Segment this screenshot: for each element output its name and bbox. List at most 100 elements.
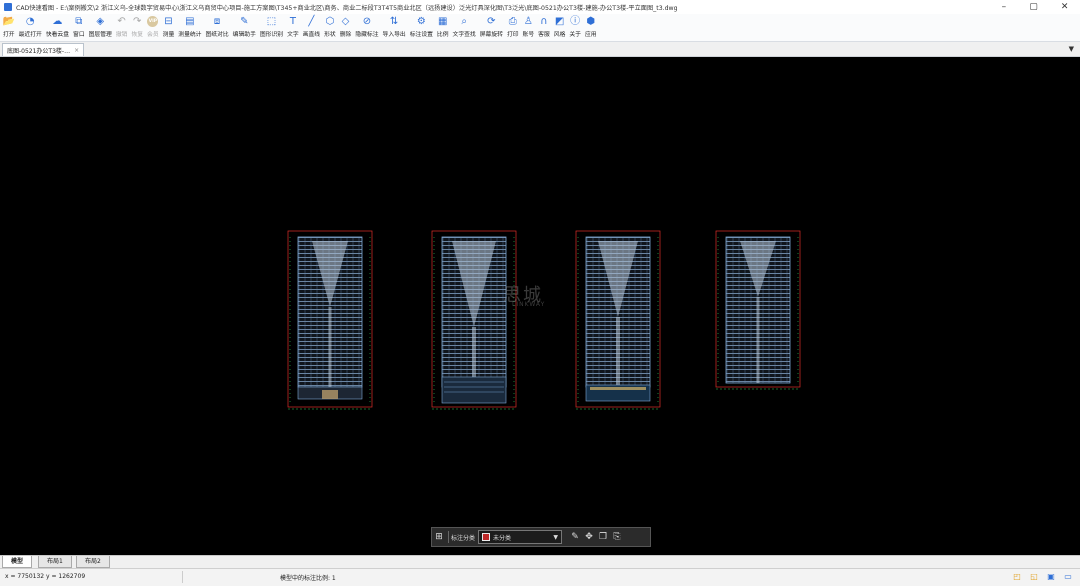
toolbar-button-16[interactable]: ◇ 删除: [340, 14, 352, 38]
toolbar-button-25[interactable]: ∩ 客服: [538, 14, 550, 38]
scale-icon: ▦: [437, 16, 448, 27]
toolbar-button-0[interactable]: 📂 打开: [3, 14, 15, 38]
toolbar-button-19[interactable]: ⚙ 标注设置: [410, 14, 433, 38]
ortho-icon[interactable]: ◱: [1028, 572, 1040, 582]
undo-icon: ↶: [117, 16, 126, 27]
line-icon: ╱: [308, 16, 315, 27]
close-window-button[interactable]: ✕: [1061, 2, 1069, 12]
tab-list-menu-icon[interactable]: ▼: [1069, 45, 1074, 53]
window-title: CAD快速看图 - E:\案例搬文\2 浙江义乌-全球数字贸易中心\浙江义乌商贸…: [16, 4, 678, 12]
toolbar-button-label: 账号: [522, 32, 535, 38]
separator: [448, 531, 449, 543]
compare-icon: ⧈: [213, 16, 221, 27]
toolbar-button-12[interactable]: ⬚ 图形识别: [260, 14, 283, 38]
toolbar-button-7[interactable]: VIP 会员: [147, 14, 159, 38]
document-tab-bar: 底图-0521办公T3楼-… × ▼: [0, 42, 1080, 57]
grid-menu-icon[interactable]: ⊞: [432, 532, 446, 542]
close-tab-icon[interactable]: ×: [74, 47, 79, 54]
shape-icon: ⬡: [325, 16, 335, 27]
toolbar-button-10[interactable]: ⧈ 图纸对比: [205, 14, 228, 38]
annotation-float-toolbar: ⊞ 标注分类 未分类 ▼ ✎ ✥ ❐ ⎘: [431, 527, 651, 547]
toolbar-button-28[interactable]: ⬢ 应用: [585, 14, 597, 38]
tab-model[interactable]: 模型: [2, 556, 33, 568]
toolbar-button-label: 删除: [339, 32, 352, 38]
vip-icon: VIP: [147, 16, 159, 27]
toolbar-button-5[interactable]: ↶ 撤销: [116, 14, 128, 38]
toolbar-button-label: 风格: [553, 32, 566, 38]
toolbar-button-label: 打开: [3, 32, 15, 38]
toolbar-button-label: 文字查找: [452, 32, 476, 38]
toolbar-button-14[interactable]: ╱ 画直线: [303, 14, 320, 38]
toolbar-button-27[interactable]: ⓘ 关于: [569, 14, 581, 38]
snap-icon[interactable]: ◰: [1011, 572, 1023, 582]
toolbar-button-2[interactable]: ☁ 快看云盘: [46, 14, 69, 38]
chevron-down-icon: ▼: [553, 533, 559, 541]
cursor-coordinates: x = 7750132 y = 1262709: [5, 573, 86, 580]
clock-icon: ◔: [25, 16, 35, 27]
toolbar-button-11[interactable]: ✎ 编辑助手: [233, 14, 256, 38]
elevation-4: [715, 230, 801, 390]
document-tab[interactable]: 底图-0521办公T3楼-… ×: [2, 43, 85, 56]
shape-recognize-icon: ⬚: [266, 16, 277, 27]
annotation-category-label: 标注分类: [451, 534, 476, 542]
printer-icon: ⎙: [508, 16, 517, 27]
toolbar-button-4[interactable]: ◈ 图层管理: [89, 14, 112, 38]
info-icon: ⓘ: [570, 16, 581, 27]
title-bar: CAD快速看图 - E:\案例搬文\2 浙江义乌-全球数字贸易中心\浙江义乌商贸…: [0, 0, 1080, 14]
tab-layout1[interactable]: 布局1: [38, 556, 72, 568]
category-color-swatch: [482, 533, 491, 541]
toolbar-button-label: 编辑助手: [232, 32, 256, 38]
toolbar-button-label: 隐藏标注: [355, 32, 379, 38]
toolbar-button-3[interactable]: ⧉ 窗口: [73, 14, 85, 38]
toolbar-button-26[interactable]: ◩ 风格: [554, 14, 566, 38]
toolbar-button-label: 图纸对比: [205, 32, 229, 38]
status-icons: ◰ ◱ ▣ ▭: [1006, 572, 1074, 582]
stats-icon: ▤: [185, 16, 195, 27]
edit-assistant-icon: ✎: [240, 16, 249, 27]
watermark-subtitle: LINKWAY: [512, 301, 546, 308]
toolbar-button-label: 撤销: [115, 32, 128, 38]
ruler-icon: ⊟: [164, 16, 173, 27]
drawing-canvas[interactable]: 思城 LINKWAY: [0, 57, 1080, 554]
rotate-screen-icon: ⟳: [487, 16, 496, 27]
cloud-icon: ☁: [52, 16, 63, 27]
toolbar-button-21[interactable]: ⌕ 文字查找: [453, 14, 476, 38]
move-icon[interactable]: ✥: [582, 532, 596, 542]
minimize-button[interactable]: –: [1002, 2, 1007, 12]
edit-icon[interactable]: ✎: [568, 532, 582, 542]
toolbar-button-24[interactable]: ♙ 账号: [523, 14, 535, 38]
toolbar-button-label: 客服: [538, 32, 550, 38]
toolbar-button-label: 测量: [162, 32, 175, 38]
eraser-icon: ◇: [341, 16, 350, 27]
import-export-icon: ⇅: [389, 16, 399, 27]
status-divider: [182, 571, 183, 583]
toolbar-button-9[interactable]: ▤ 测量统计: [178, 14, 201, 38]
toolbar-button-18[interactable]: ⇅ 导入导出: [383, 14, 406, 38]
toolbar-button-20[interactable]: ▦ 比例: [437, 14, 449, 38]
window-icon: ⧉: [75, 16, 83, 27]
tab-layout2[interactable]: 布局2: [76, 556, 110, 568]
toolbar-button-label: 标注设置: [409, 32, 433, 38]
folder-open-icon: 📂: [2, 16, 16, 27]
status-bar: x = 7750132 y = 1262709 模型中的标注比例: 1 ◰ ◱ …: [0, 568, 1080, 586]
toolbar-button-15[interactable]: ⬡ 形状: [324, 14, 336, 38]
maximize-button[interactable]: ▢: [1029, 2, 1038, 12]
toolbar-button-label: 应用: [584, 32, 597, 38]
main-toolbar: 📂 打开 ◔ 最近打开 ☁ 快看云盘 ⧉ 窗口 ◈ 图层管理 ↶ 撤销 ↷ 恢复 VIP 会员 ⊟ 测量 ▤ 测量统计…: [0, 14, 1080, 42]
app-logo-icon: [4, 3, 12, 11]
toolbar-button-8[interactable]: ⊟ 测量: [163, 14, 175, 38]
toolbar-button-13[interactable]: T 文字: [287, 14, 299, 38]
annotation-category-select[interactable]: 未分类 ▼: [478, 530, 563, 544]
copy-icon[interactable]: ❐: [596, 532, 610, 542]
toolbar-button-1[interactable]: ◔ 最近打开: [19, 14, 42, 38]
paste-icon[interactable]: ⎘: [610, 532, 624, 542]
fullscreen-icon[interactable]: ▭: [1062, 572, 1074, 582]
display-mode-icon[interactable]: ▣: [1045, 572, 1057, 582]
toolbar-button-label: 最近打开: [18, 32, 42, 38]
toolbar-button-23[interactable]: ⎙ 打印: [507, 14, 519, 38]
toolbar-button-6[interactable]: ↷ 恢复: [131, 14, 143, 38]
user-icon: ♙: [523, 16, 533, 27]
toolbar-button-label: 图层管理: [88, 32, 112, 38]
toolbar-button-17[interactable]: ⊘ 隐藏标注: [355, 14, 378, 38]
toolbar-button-22[interactable]: ⟳ 屏幕旋转: [480, 14, 503, 38]
